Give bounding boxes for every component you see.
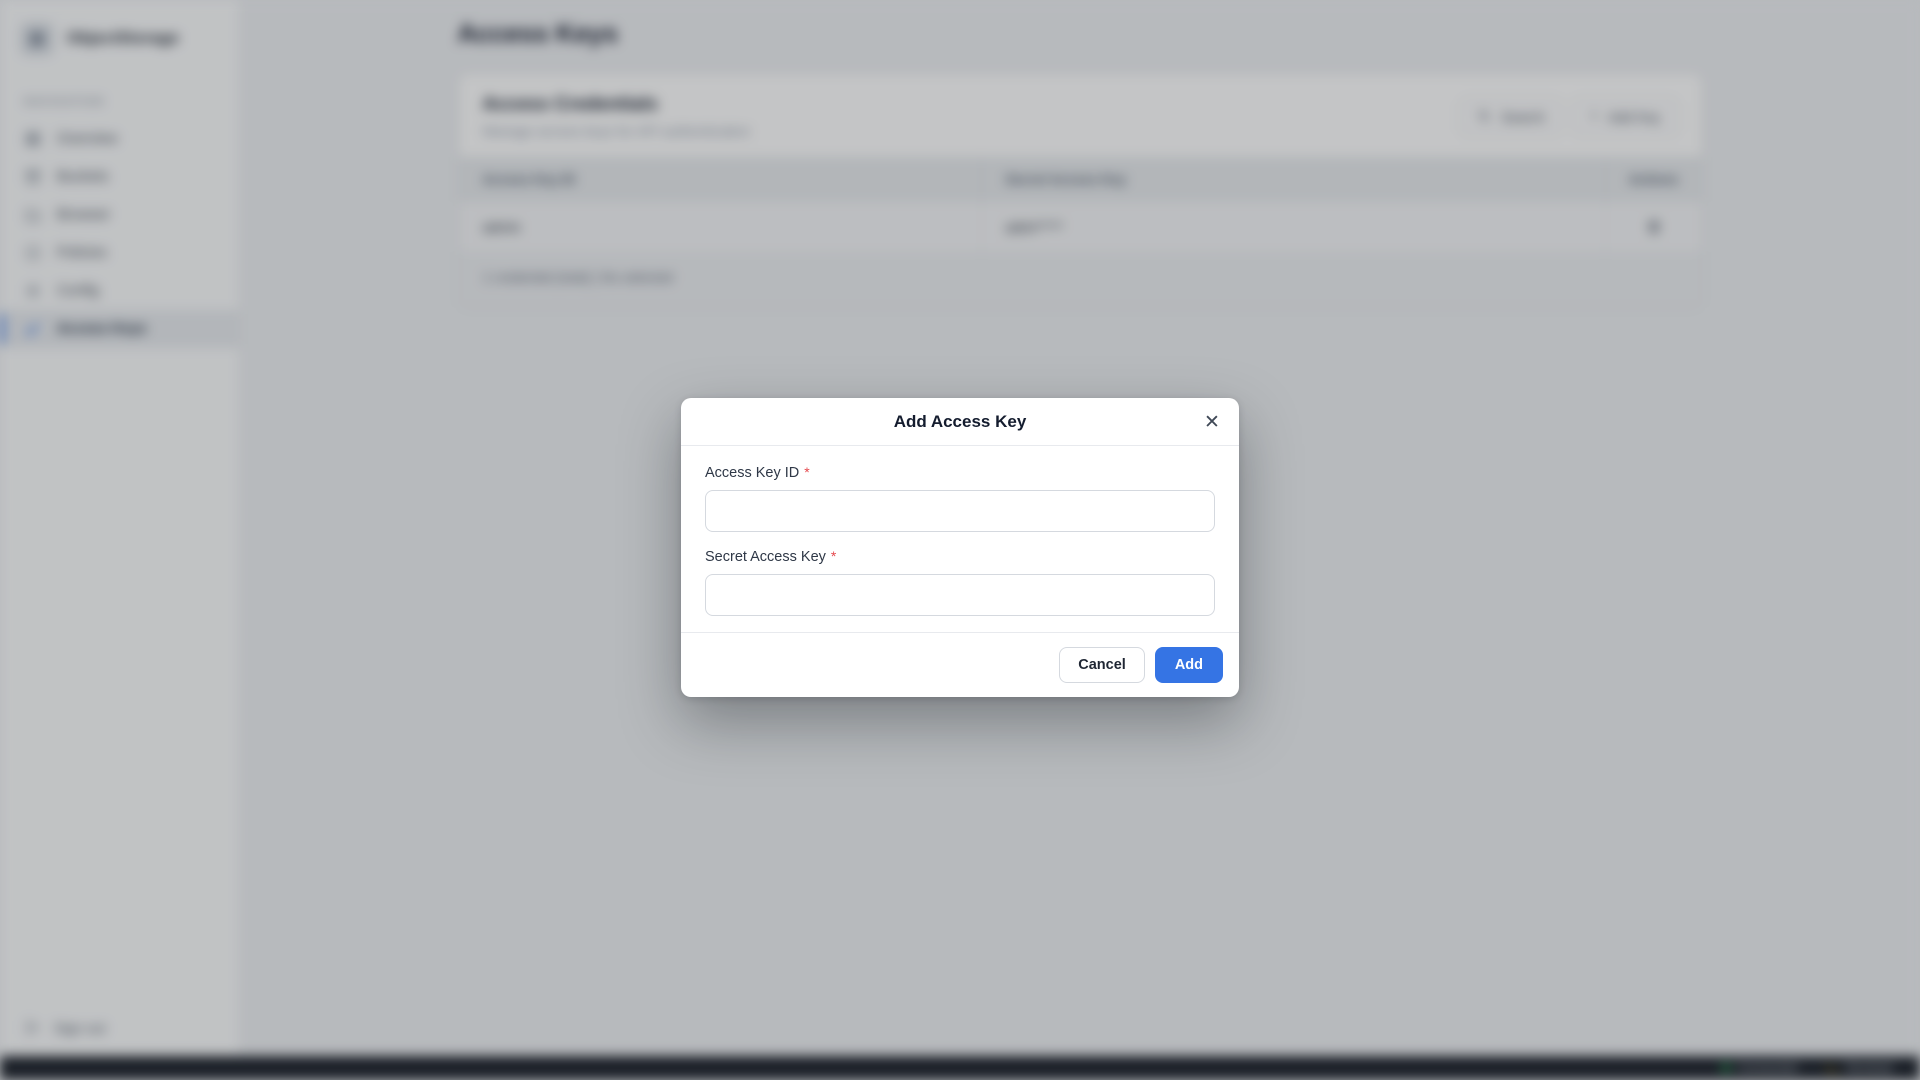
secret-access-key-field[interactable] xyxy=(705,574,1215,616)
access-key-id-field[interactable] xyxy=(705,490,1215,532)
add-access-key-dialog: Add Access Key ✕ Access Key ID * Secret … xyxy=(681,398,1239,697)
required-asterisk: * xyxy=(831,548,836,564)
dialog-title: Add Access Key xyxy=(894,412,1027,432)
add-button[interactable]: Add xyxy=(1155,647,1223,683)
access-key-id-label: Access Key ID xyxy=(705,465,799,481)
secret-access-key-label: Secret Access Key xyxy=(705,549,826,565)
required-asterisk: * xyxy=(804,464,809,480)
cancel-button[interactable]: Cancel xyxy=(1059,647,1145,683)
close-icon[interactable]: ✕ xyxy=(1199,409,1225,435)
